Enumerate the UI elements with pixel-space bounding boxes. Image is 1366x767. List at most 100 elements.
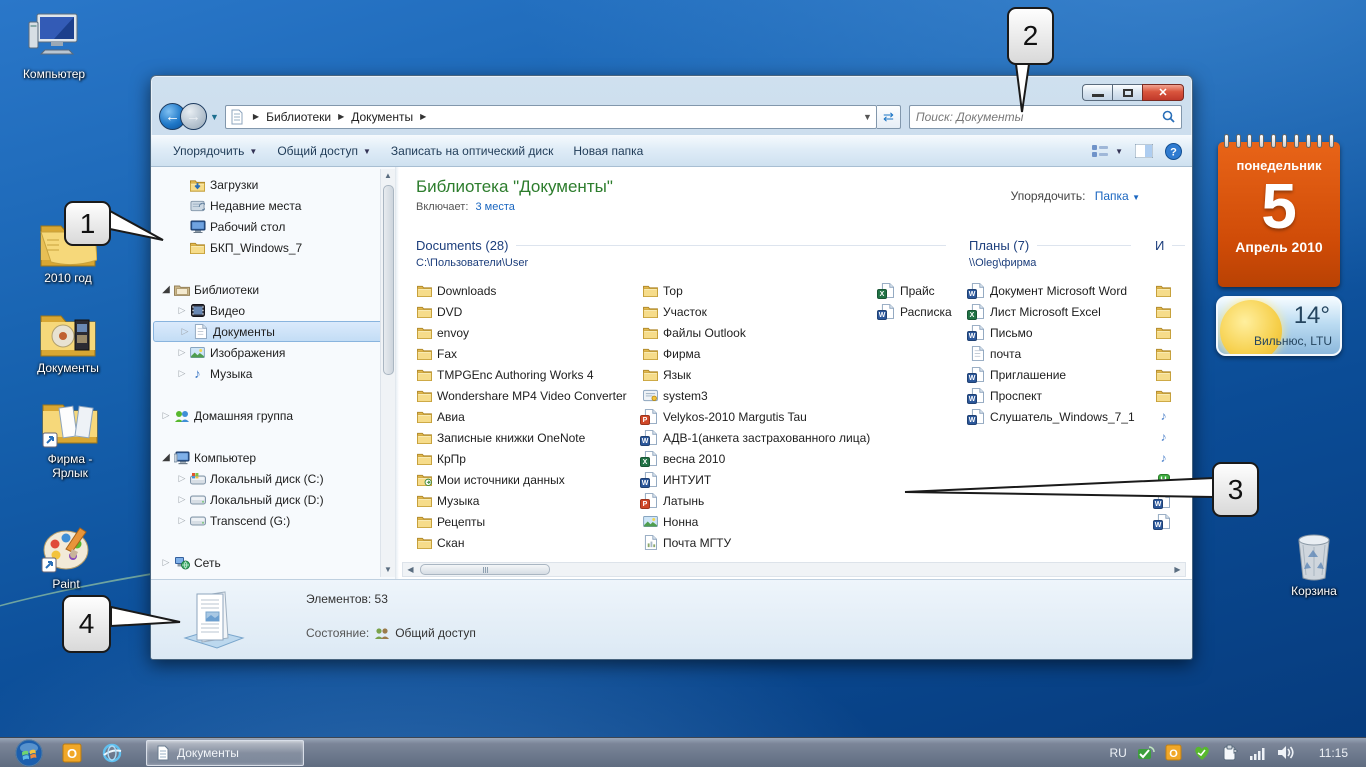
group-header[interactable]: И [1155, 238, 1185, 253]
expand-icon[interactable]: ▷ [159, 557, 173, 568]
file-item-скан[interactable]: Скан [416, 532, 638, 553]
file-item-downloads[interactable]: Downloads [416, 280, 638, 301]
desktop-icon-folder-shortcut[interactable]: Фирма -Ярлык [24, 393, 116, 480]
weather-gadget[interactable]: 14° Вильнюс, LTU [1216, 296, 1342, 356]
scroll-down-icon[interactable]: ▼ [384, 563, 392, 577]
file-item-прайс[interactable]: XПрайс [879, 280, 971, 301]
tree-item-transcend-g-[interactable]: ▷Transcend (G:) [151, 510, 395, 531]
desktop-icon-paint-shortcut[interactable]: Paint [20, 518, 112, 591]
tree-item-недавние-места[interactable]: Недавние места [151, 195, 395, 216]
file-item-фирма[interactable]: Фирма [642, 343, 874, 364]
expand-icon[interactable]: ▷ [175, 305, 189, 316]
taskbar-clock[interactable]: 11:15 [1319, 746, 1348, 760]
recent-pages-dropdown-icon[interactable]: ▼ [210, 112, 219, 122]
file-item-проспект[interactable]: WПроспект [969, 385, 1169, 406]
scroll-left-icon[interactable]: ◀ [403, 565, 418, 574]
share-button[interactable]: Общий доступ ▼ [267, 139, 381, 163]
file-item-envoy[interactable]: envoy [416, 322, 638, 343]
expand-icon[interactable]: ▷ [178, 326, 192, 337]
file-item-fax[interactable]: Fax [416, 343, 638, 364]
horizontal-scrollbar-thumb[interactable] [420, 564, 550, 575]
includes-link[interactable]: 3 места [475, 201, 514, 213]
file-item-крпр[interactable]: КрПр [416, 448, 638, 469]
outlook-quicklaunch-icon[interactable]: O [60, 741, 84, 765]
tree-item-изображения[interactable]: ▷Изображения [151, 342, 395, 363]
scroll-right-icon[interactable]: ▶ [1170, 565, 1185, 574]
expand-icon[interactable]: ▷ [175, 347, 189, 358]
file-item-clipped[interactable]: W [1155, 490, 1179, 511]
file-item-clipped[interactable]: ♪ [1155, 448, 1179, 469]
horizontal-scrollbar[interactable]: ◀ ▶ [402, 562, 1186, 577]
file-item-clipped[interactable] [1155, 301, 1179, 322]
tree-item-компьютер[interactable]: ◢Компьютер [151, 447, 395, 468]
tree-item-локальный-диск-d-[interactable]: ▷Локальный диск (D:) [151, 489, 395, 510]
outlook-tray-icon[interactable]: O [1165, 744, 1183, 762]
new-folder-button[interactable]: Новая папка [563, 139, 653, 163]
tree-item-сеть[interactable]: ▷Сеть [151, 552, 395, 573]
file-item-dvd[interactable]: DVD [416, 301, 638, 322]
file-item-wondershare-mp4-video-converter[interactable]: Wondershare MP4 Video Converter [416, 385, 638, 406]
file-item-system3[interactable]: system3 [642, 385, 874, 406]
file-item-tmpgenc-authoring-works-4[interactable]: TMPGEnc Authoring Works 4 [416, 364, 638, 385]
expand-icon[interactable]: ▷ [175, 494, 189, 505]
expand-icon[interactable]: ▷ [175, 515, 189, 526]
tree-item-локальный-диск-c-[interactable]: ▷Локальный диск (C:) [151, 468, 395, 489]
file-item-clipped[interactable]: W [1155, 511, 1179, 532]
file-item-clipped[interactable]: ♪ [1155, 406, 1179, 427]
tree-item-бкп-windows-7[interactable]: БКП_Windows_7 [151, 237, 395, 258]
file-item-язык[interactable]: Язык [642, 364, 874, 385]
action-center-icon[interactable] [1221, 744, 1239, 762]
forward-button[interactable]: → [180, 103, 207, 130]
file-item-нонна[interactable]: Нонна [642, 511, 874, 532]
file-item-velykos-2010-margutis-tau[interactable]: PVelykos-2010 Margutis Tau [642, 406, 874, 427]
network-signal-icon[interactable] [1249, 744, 1267, 762]
search-icon[interactable] [1162, 110, 1175, 123]
file-item-слушатель-windows-7-1[interactable]: WСлушатель_Windows_7_1 [969, 406, 1169, 427]
views-button[interactable]: ▼ [1092, 144, 1123, 158]
collapse-icon[interactable]: ◢ [159, 284, 173, 295]
tree-item-музыка[interactable]: ▷♪Музыка [151, 363, 395, 384]
file-item-clipped[interactable]: H [1155, 469, 1179, 490]
search-input[interactable]: Поиск: Документы [909, 105, 1182, 129]
file-item-почта-мгту[interactable]: Почта МГТУ [642, 532, 874, 553]
internet-explorer-icon[interactable] [100, 741, 124, 765]
file-item-расписка[interactable]: WРасписка [879, 301, 971, 322]
language-indicator[interactable]: RU [1110, 746, 1127, 760]
file-item-лист-microsoft-excel[interactable]: XЛист Microsoft Excel [969, 301, 1169, 322]
tree-item-рабочий-стол[interactable]: Рабочий стол [151, 216, 395, 237]
file-item-clipped[interactable]: ♪ [1155, 427, 1179, 448]
expand-icon[interactable]: ▷ [175, 368, 189, 379]
file-item-clipped[interactable] [1155, 385, 1179, 406]
refresh-button[interactable]: ⇄ [877, 105, 901, 129]
volume-icon[interactable] [1277, 744, 1295, 762]
file-item-clipped[interactable] [1155, 364, 1179, 385]
collapse-icon[interactable]: ◢ [159, 452, 173, 463]
file-item-авиа[interactable]: Авиа [416, 406, 638, 427]
organize-button[interactable]: Упорядочить ▼ [163, 139, 267, 163]
tree-scrollbar[interactable]: ▲ ▼ [380, 169, 395, 577]
window-titlebar[interactable]: ✕ [151, 76, 1192, 102]
file-item-участок[interactable]: Участок [642, 301, 874, 322]
health-tray-icon[interactable] [1193, 744, 1211, 762]
expand-icon[interactable]: ▷ [159, 410, 173, 421]
maximize-button[interactable] [1112, 84, 1142, 101]
file-item-clipped[interactable] [1155, 343, 1179, 364]
file-item-тор[interactable]: Тор [642, 280, 874, 301]
scroll-up-icon[interactable]: ▲ [384, 169, 392, 183]
breadcrumb-documents[interactable]: Документы [351, 110, 413, 124]
file-item-мои-источники-данных[interactable]: Мои источники данных [416, 469, 638, 490]
help-button[interactable]: ? [1165, 143, 1182, 160]
file-item-рецепты[interactable]: Рецепты [416, 511, 638, 532]
sync-tray-icon[interactable] [1137, 744, 1155, 762]
desktop-icon-computer-desktop[interactable]: Компьютер [8, 8, 100, 81]
burn-button[interactable]: Записать на оптический диск [381, 139, 564, 163]
preview-pane-button[interactable] [1135, 144, 1153, 158]
file-item-clipped[interactable] [1155, 280, 1179, 301]
tree-item-загрузки[interactable]: Загрузки [151, 174, 395, 195]
recycle-bin[interactable]: Корзина [1268, 525, 1360, 598]
desktop-icon-folder-media[interactable]: Документы [22, 302, 114, 375]
breadcrumb-libraries[interactable]: Библиотеки [266, 110, 331, 124]
file-item-почта[interactable]: почта [969, 343, 1169, 364]
expand-icon[interactable]: ▷ [175, 473, 189, 484]
tree-item-документы[interactable]: ▷Документы [153, 321, 393, 342]
